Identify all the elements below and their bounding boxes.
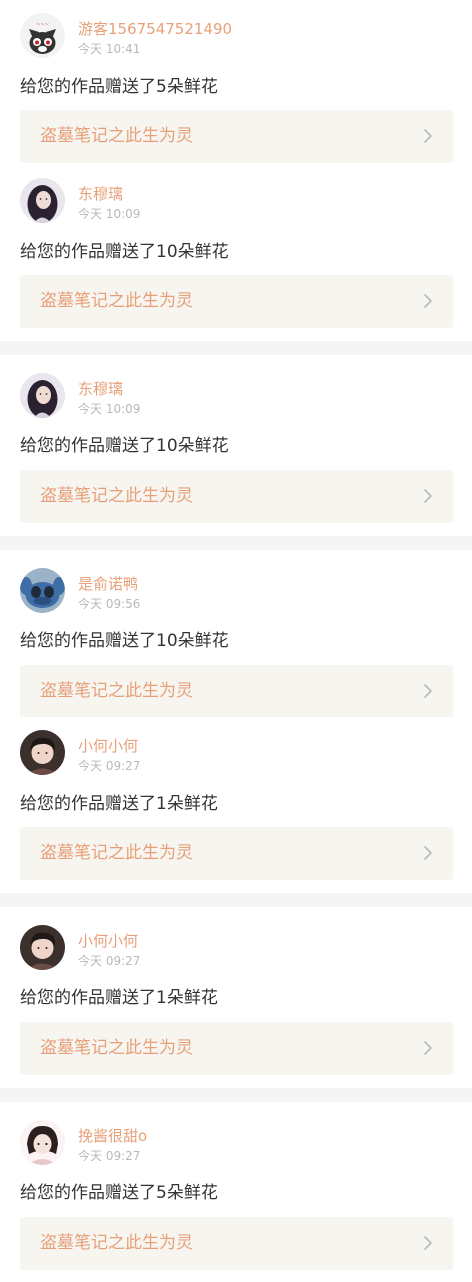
work-title: 盗墓笔记之此生为灵 xyxy=(40,1038,193,1058)
username[interactable]: 东穆璃 xyxy=(78,380,123,398)
username[interactable]: 挽酱很甜o xyxy=(78,1127,147,1145)
work-title: 盗墓笔记之此生为灵 xyxy=(40,843,193,863)
gift-message-text: 给您的作品赠送了10朵鲜花 xyxy=(20,631,229,651)
svg-text:~~~: ~~~ xyxy=(36,22,49,28)
work-link[interactable]: 盗墓笔记之此生为灵 xyxy=(20,1022,453,1075)
user-avatar[interactable] xyxy=(20,568,65,613)
gift-message-text: 给您的作品赠送了10朵鲜花 xyxy=(20,242,229,262)
work-title: 盗墓笔记之此生为灵 xyxy=(40,486,193,506)
gift-message-card: 是俞诺鸭 今天 09:56 给您的作品赠送了10朵鲜花 盗墓笔记之此生为灵 xyxy=(0,550,472,718)
chevron-right-icon xyxy=(424,1041,432,1055)
chevron-right-icon xyxy=(424,846,432,860)
timestamp: 今天 09:27 xyxy=(78,759,141,773)
work-link[interactable]: 盗墓笔记之此生为灵 xyxy=(20,827,453,880)
chevron-right-icon xyxy=(424,1236,432,1250)
timestamp: 今天 09:27 xyxy=(78,1149,141,1163)
gift-message-text: 给您的作品赠送了10朵鲜花 xyxy=(20,436,229,456)
username[interactable]: 东穆璃 xyxy=(78,185,123,203)
timestamp: 今天 10:09 xyxy=(78,402,141,416)
gift-message-card: 东穆璃 今天 10:09 给您的作品赠送了10朵鲜花 盗墓笔记之此生为灵 xyxy=(0,355,472,536)
user-avatar[interactable]: ~~~ xyxy=(20,13,65,58)
user-avatar[interactable] xyxy=(20,178,65,223)
gift-message-card: 挽酱很甜o 今天 09:27 给您的作品赠送了5朵鲜花 盗墓笔记之此生为灵 xyxy=(0,1102,472,1282)
section-divider xyxy=(0,536,472,550)
work-link[interactable]: 盗墓笔记之此生为灵 xyxy=(20,470,453,523)
work-title: 盗墓笔记之此生为灵 xyxy=(40,681,193,701)
chevron-right-icon xyxy=(424,129,432,143)
username[interactable]: 是俞诺鸭 xyxy=(78,575,138,593)
timestamp: 今天 09:27 xyxy=(78,954,141,968)
work-title: 盗墓笔记之此生为灵 xyxy=(40,126,193,146)
user-avatar[interactable] xyxy=(20,925,65,970)
chevron-right-icon xyxy=(424,294,432,308)
work-link[interactable]: 盗墓笔记之此生为灵 xyxy=(20,665,453,718)
gift-message-card: 小何小何 今天 09:27 给您的作品赠送了1朵鲜花 盗墓笔记之此生为灵 xyxy=(0,717,472,893)
work-link[interactable]: 盗墓笔记之此生为灵 xyxy=(20,1217,453,1270)
section-divider xyxy=(0,893,472,907)
work-title: 盗墓笔记之此生为灵 xyxy=(40,291,193,311)
user-avatar[interactable] xyxy=(20,1120,65,1165)
gift-message-card: ~~~ 游客1567547521490 今天 10:41 给您的作品赠送了5朵鲜… xyxy=(0,0,472,165)
gift-message-list: ~~~ 游客1567547521490 今天 10:41 给您的作品赠送了5朵鲜… xyxy=(0,0,472,1282)
gift-message-text: 给您的作品赠送了1朵鲜花 xyxy=(20,988,218,1008)
username[interactable]: 小何小何 xyxy=(78,932,138,950)
timestamp: 今天 09:56 xyxy=(78,597,141,611)
section-divider xyxy=(0,1088,472,1102)
gift-message-text: 给您的作品赠送了5朵鲜花 xyxy=(20,77,218,97)
chevron-right-icon xyxy=(424,489,432,503)
gift-message-text: 给您的作品赠送了1朵鲜花 xyxy=(20,794,218,814)
timestamp: 今天 10:41 xyxy=(78,42,141,56)
user-avatar[interactable] xyxy=(20,730,65,775)
chevron-right-icon xyxy=(424,684,432,698)
gift-message-card: 东穆璃 今天 10:09 给您的作品赠送了10朵鲜花 盗墓笔记之此生为灵 xyxy=(0,165,472,341)
section-divider xyxy=(0,341,472,355)
timestamp: 今天 10:09 xyxy=(78,207,141,221)
work-link[interactable]: 盗墓笔记之此生为灵 xyxy=(20,275,453,328)
work-link[interactable]: 盗墓笔记之此生为灵 xyxy=(20,110,453,163)
username[interactable]: 小何小何 xyxy=(78,737,138,755)
user-avatar[interactable] xyxy=(20,373,65,418)
username[interactable]: 游客1567547521490 xyxy=(78,20,232,38)
gift-message-text: 给您的作品赠送了5朵鲜花 xyxy=(20,1183,218,1203)
gift-message-card: 小何小何 今天 09:27 给您的作品赠送了1朵鲜花 盗墓笔记之此生为灵 xyxy=(0,907,472,1088)
work-title: 盗墓笔记之此生为灵 xyxy=(40,1233,193,1253)
